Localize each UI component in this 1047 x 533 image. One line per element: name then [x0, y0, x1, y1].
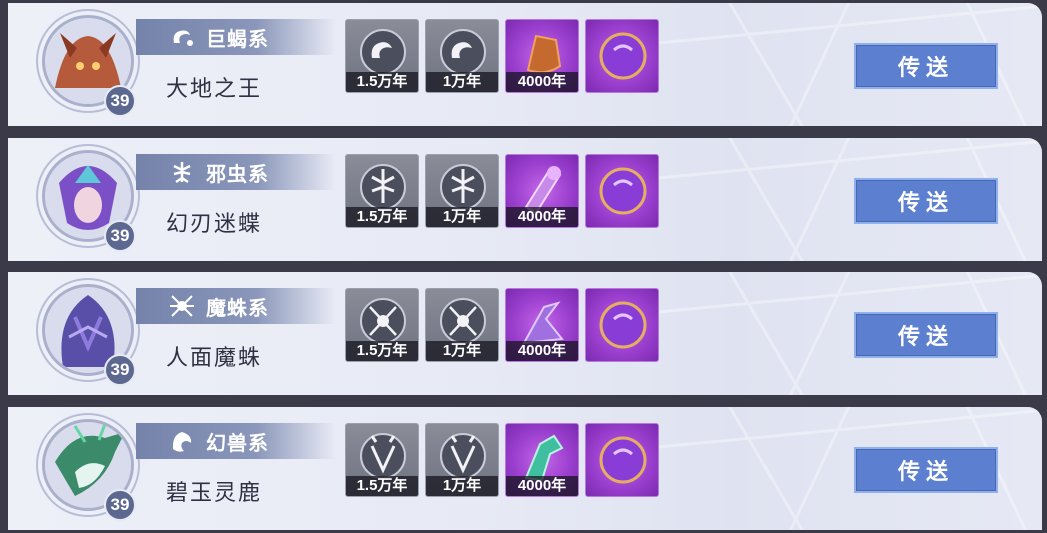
bone-age: 4000年 — [506, 207, 578, 227]
level-badge: 39 — [104, 85, 136, 117]
teleport-button[interactable]: 传送 — [854, 447, 998, 493]
ring-age: 1.5万年 — [346, 341, 418, 361]
beast-list: 39 巨蝎系 大地之王 1.5万年 1万年 4000年 传送 39 邪虫系 幻刃… — [0, 0, 1047, 533]
spider-icon — [170, 295, 194, 317]
insect-icon — [173, 162, 191, 184]
ring-slot[interactable]: 1万年 — [425, 154, 499, 228]
beast-name: 碧玉灵鹿 — [166, 481, 263, 506]
bone-slot[interactable]: 4000年 — [505, 288, 579, 362]
ring-slot[interactable]: 1.5万年 — [345, 154, 419, 228]
ring-age: 1.5万年 — [346, 207, 418, 227]
orb-slot[interactable] — [585, 423, 659, 497]
system-label: 巨蝎系 — [206, 27, 269, 51]
ring-slot[interactable]: 1.5万年 — [345, 19, 419, 93]
purple-orb-icon — [599, 436, 647, 484]
scorpion-icon — [173, 30, 193, 46]
bone-slot[interactable]: 4000年 — [505, 154, 579, 228]
purple-orb-icon — [599, 32, 647, 80]
ring-age: 1.5万年 — [346, 72, 418, 92]
bone-age: 4000年 — [506, 72, 578, 92]
level-badge: 39 — [104, 354, 136, 386]
beast-card: 39 魔蛛系 人面魔蛛 1.5万年 1万年 4000年 传送 — [8, 272, 1042, 395]
orb-slot[interactable] — [585, 288, 659, 362]
bone-age: 4000年 — [506, 341, 578, 361]
beast-card: 39 幻兽系 碧玉灵鹿 1.5万年 1万年 4000年 传送 — [8, 407, 1042, 530]
purple-orb-icon — [599, 167, 647, 215]
system-label: 邪虫系 — [206, 162, 269, 186]
system-label: 幻兽系 — [206, 431, 269, 455]
bone-slot[interactable]: 4000年 — [505, 19, 579, 93]
purple-orb-icon — [599, 301, 647, 349]
system-label: 魔蛛系 — [206, 296, 269, 320]
beast-card: 39 巨蝎系 大地之王 1.5万年 1万年 4000年 传送 — [8, 3, 1042, 126]
ring-slot[interactable]: 1.5万年 — [345, 288, 419, 362]
teleport-button[interactable]: 传送 — [854, 312, 998, 358]
ring-slot[interactable]: 1万年 — [425, 19, 499, 93]
bone-age: 4000年 — [506, 476, 578, 496]
ring-slot[interactable]: 1万年 — [425, 288, 499, 362]
beast-name: 幻刃迷蝶 — [166, 212, 263, 237]
ring-age: 1.5万年 — [346, 476, 418, 496]
ring-age: 1万年 — [426, 72, 498, 92]
beast-name: 人面魔蛛 — [166, 346, 263, 371]
ring-slot[interactable]: 1万年 — [425, 423, 499, 497]
teleport-button[interactable]: 传送 — [854, 43, 998, 89]
ring-slot[interactable]: 1.5万年 — [345, 423, 419, 497]
level-badge: 39 — [104, 489, 136, 521]
level-badge: 39 — [104, 220, 136, 252]
bone-slot[interactable]: 4000年 — [505, 423, 579, 497]
beast-card: 39 邪虫系 幻刃迷蝶 1.5万年 1万年 4000年 传送 — [8, 138, 1042, 261]
ring-age: 1万年 — [426, 207, 498, 227]
orb-slot[interactable] — [585, 19, 659, 93]
ring-age: 1万年 — [426, 476, 498, 496]
teleport-button[interactable]: 传送 — [854, 178, 998, 224]
ring-age: 1万年 — [426, 341, 498, 361]
beast-name: 大地之王 — [166, 77, 263, 102]
orb-slot[interactable] — [585, 154, 659, 228]
beast-head-icon — [172, 432, 192, 452]
